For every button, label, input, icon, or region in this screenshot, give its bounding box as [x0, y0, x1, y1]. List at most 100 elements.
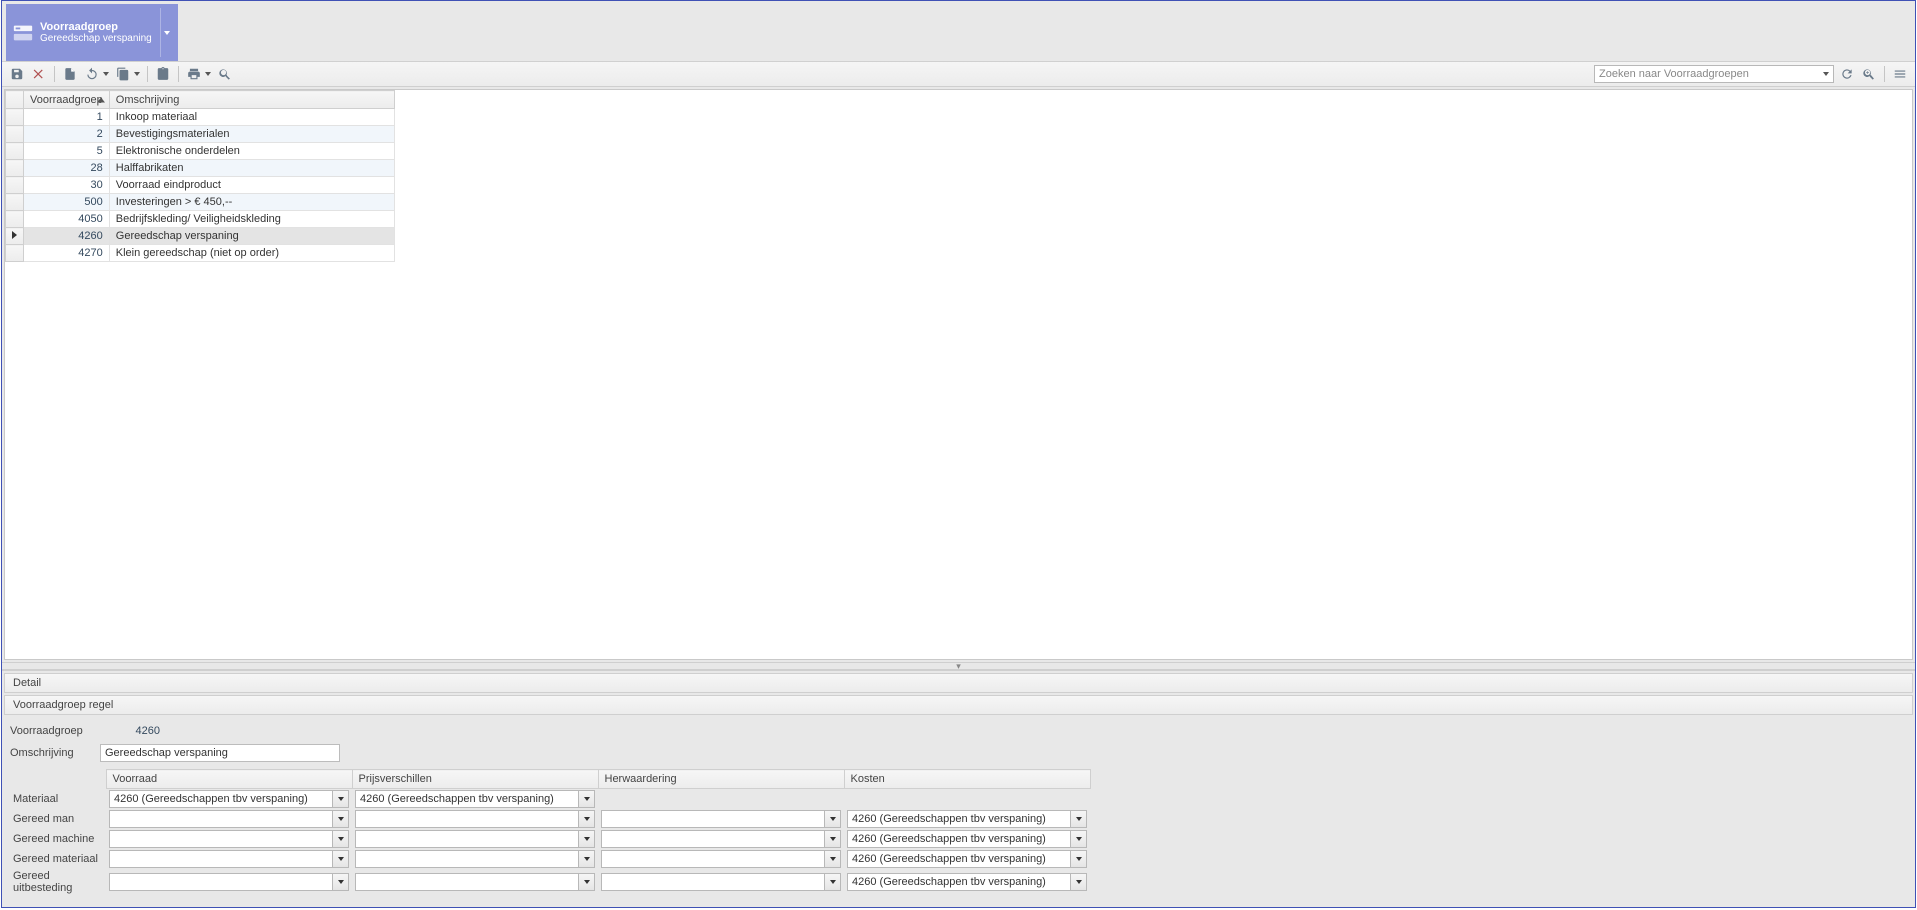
cell-desc[interactable]: Bevestigingsmaterialen	[109, 126, 394, 143]
cell-desc[interactable]: Voorraad eindproduct	[109, 177, 394, 194]
account-combo[interactable]: 4260 (Gereedschappen tbv verspaning)	[847, 810, 1087, 828]
cell-id[interactable]: 5	[24, 143, 110, 160]
table-row[interactable]: 500Investeringen > € 450,--	[6, 194, 395, 211]
account-combo[interactable]	[355, 810, 595, 828]
new-button[interactable]	[61, 65, 79, 83]
paste-button[interactable]	[154, 65, 172, 83]
table-row[interactable]: 2Bevestigingsmaterialen	[6, 126, 395, 143]
cell-desc[interactable]: Gereedschap verspaning	[109, 228, 394, 245]
zoom-add-button[interactable]	[1860, 65, 1878, 83]
row-handle[interactable]	[6, 228, 24, 245]
account-combo[interactable]	[601, 830, 841, 848]
cell-id[interactable]: 30	[24, 177, 110, 194]
combo-dropdown-icon[interactable]	[1070, 811, 1086, 827]
undo-button[interactable]	[83, 65, 101, 83]
account-combo[interactable]	[355, 850, 595, 868]
cell-desc[interactable]: Elektronische onderdelen	[109, 143, 394, 160]
copy-button[interactable]	[114, 65, 132, 83]
combo-dropdown-icon[interactable]	[824, 851, 840, 867]
account-combo[interactable]: 4260 (Gereedschappen tbv verspaning)	[109, 790, 349, 808]
print-button[interactable]	[185, 65, 203, 83]
copy-dropdown[interactable]	[132, 65, 141, 83]
search-button[interactable]	[216, 65, 234, 83]
row-handle[interactable]	[6, 126, 24, 143]
combo-dropdown-icon[interactable]	[332, 831, 348, 847]
cell-id[interactable]: 28	[24, 160, 110, 177]
matrix-row-label: Gereed man	[10, 809, 106, 829]
combo-dropdown-icon[interactable]	[578, 811, 594, 827]
grid-col-omschrijving[interactable]: Omschrijving	[109, 91, 394, 109]
combo-dropdown-icon[interactable]	[1070, 831, 1086, 847]
row-handle[interactable]	[6, 194, 24, 211]
ribbon-module-icon	[12, 22, 34, 44]
undo-dropdown[interactable]	[101, 65, 110, 83]
account-combo[interactable]	[109, 810, 349, 828]
combo-dropdown-icon[interactable]	[578, 831, 594, 847]
detail-header[interactable]: Detail	[4, 673, 1913, 693]
table-row[interactable]: 1Inkoop materiaal	[6, 109, 395, 126]
hamburger-menu-button[interactable]	[1891, 65, 1909, 83]
combo-dropdown-icon[interactable]	[824, 811, 840, 827]
delete-button[interactable]	[30, 65, 48, 83]
cell-id[interactable]: 4270	[24, 245, 110, 262]
cell-desc[interactable]: Bedrijfskleding/ Veiligheidskleding	[109, 211, 394, 228]
account-combo[interactable]	[355, 873, 595, 891]
combo-dropdown-icon[interactable]	[332, 874, 348, 890]
combo-dropdown-icon[interactable]	[578, 874, 594, 890]
cell-desc[interactable]: Klein gereedschap (niet op order)	[109, 245, 394, 262]
combo-dropdown-icon[interactable]	[1070, 874, 1086, 890]
combo-dropdown-icon[interactable]	[332, 851, 348, 867]
row-handle[interactable]	[6, 177, 24, 194]
cell-id[interactable]: 500	[24, 194, 110, 211]
row-handle[interactable]	[6, 245, 24, 262]
account-combo[interactable]: 4260 (Gereedschappen tbv verspaning)	[355, 790, 595, 808]
matrix-col-header: Voorraad	[106, 770, 352, 789]
account-combo[interactable]	[109, 873, 349, 891]
account-combo[interactable]	[601, 873, 841, 891]
combo-dropdown-icon[interactable]	[578, 791, 594, 807]
cell-desc[interactable]: Investeringen > € 450,--	[109, 194, 394, 211]
cell-id[interactable]: 2	[24, 126, 110, 143]
combo-dropdown-icon[interactable]	[1070, 851, 1086, 867]
combo-dropdown-icon[interactable]	[332, 791, 348, 807]
account-combo[interactable]	[109, 850, 349, 868]
row-handle[interactable]	[6, 109, 24, 126]
cell-desc[interactable]: Inkoop materiaal	[109, 109, 394, 126]
search-input[interactable]: Zoeken naar Voorraadgroepen	[1594, 65, 1834, 83]
combo-dropdown-icon[interactable]	[824, 831, 840, 847]
row-handle[interactable]	[6, 160, 24, 177]
cell-id[interactable]: 1	[24, 109, 110, 126]
table-row[interactable]: 4050Bedrijfskleding/ Veiligheidskleding	[6, 211, 395, 228]
grid-rowselector-header[interactable]	[6, 91, 24, 109]
data-grid[interactable]: Voorraadgroep Omschrijving 1Inkoop mater…	[4, 89, 1913, 660]
table-row[interactable]: 5Elektronische onderdelen	[6, 143, 395, 160]
table-row[interactable]: 28Halffabrikaten	[6, 160, 395, 177]
save-button[interactable]	[8, 65, 26, 83]
row-handle[interactable]	[6, 211, 24, 228]
input-omschrijving[interactable]: Gereedschap verspaning	[100, 744, 340, 762]
combo-dropdown-icon[interactable]	[578, 851, 594, 867]
account-combo[interactable]: 4260 (Gereedschappen tbv verspaning)	[847, 873, 1087, 891]
account-combo[interactable]: 4260 (Gereedschappen tbv verspaning)	[847, 830, 1087, 848]
table-row[interactable]: 4260Gereedschap verspaning	[6, 228, 395, 245]
cell-id[interactable]: 4260	[24, 228, 110, 245]
grid-col-voorraadgroep[interactable]: Voorraadgroep	[24, 91, 110, 109]
table-row[interactable]: 30Voorraad eindproduct	[6, 177, 395, 194]
account-combo[interactable]	[109, 830, 349, 848]
panel-splitter[interactable]: ▾	[2, 662, 1915, 670]
account-combo[interactable]	[601, 850, 841, 868]
print-dropdown[interactable]	[203, 65, 212, 83]
search-dropdown[interactable]	[1819, 72, 1833, 76]
ribbon-dropdown[interactable]	[160, 8, 174, 57]
cell-desc[interactable]: Halffabrikaten	[109, 160, 394, 177]
cell-id[interactable]: 4050	[24, 211, 110, 228]
row-handle[interactable]	[6, 143, 24, 160]
account-combo[interactable]: 4260 (Gereedschappen tbv verspaning)	[847, 850, 1087, 868]
refresh-button[interactable]	[1838, 65, 1856, 83]
ribbon-tab-voorraadgroep[interactable]: Voorraadgroep Gereedschap verspaning	[6, 4, 178, 61]
combo-dropdown-icon[interactable]	[332, 811, 348, 827]
account-combo[interactable]	[601, 810, 841, 828]
combo-dropdown-icon[interactable]	[824, 874, 840, 890]
table-row[interactable]: 4270Klein gereedschap (niet op order)	[6, 245, 395, 262]
account-combo[interactable]	[355, 830, 595, 848]
